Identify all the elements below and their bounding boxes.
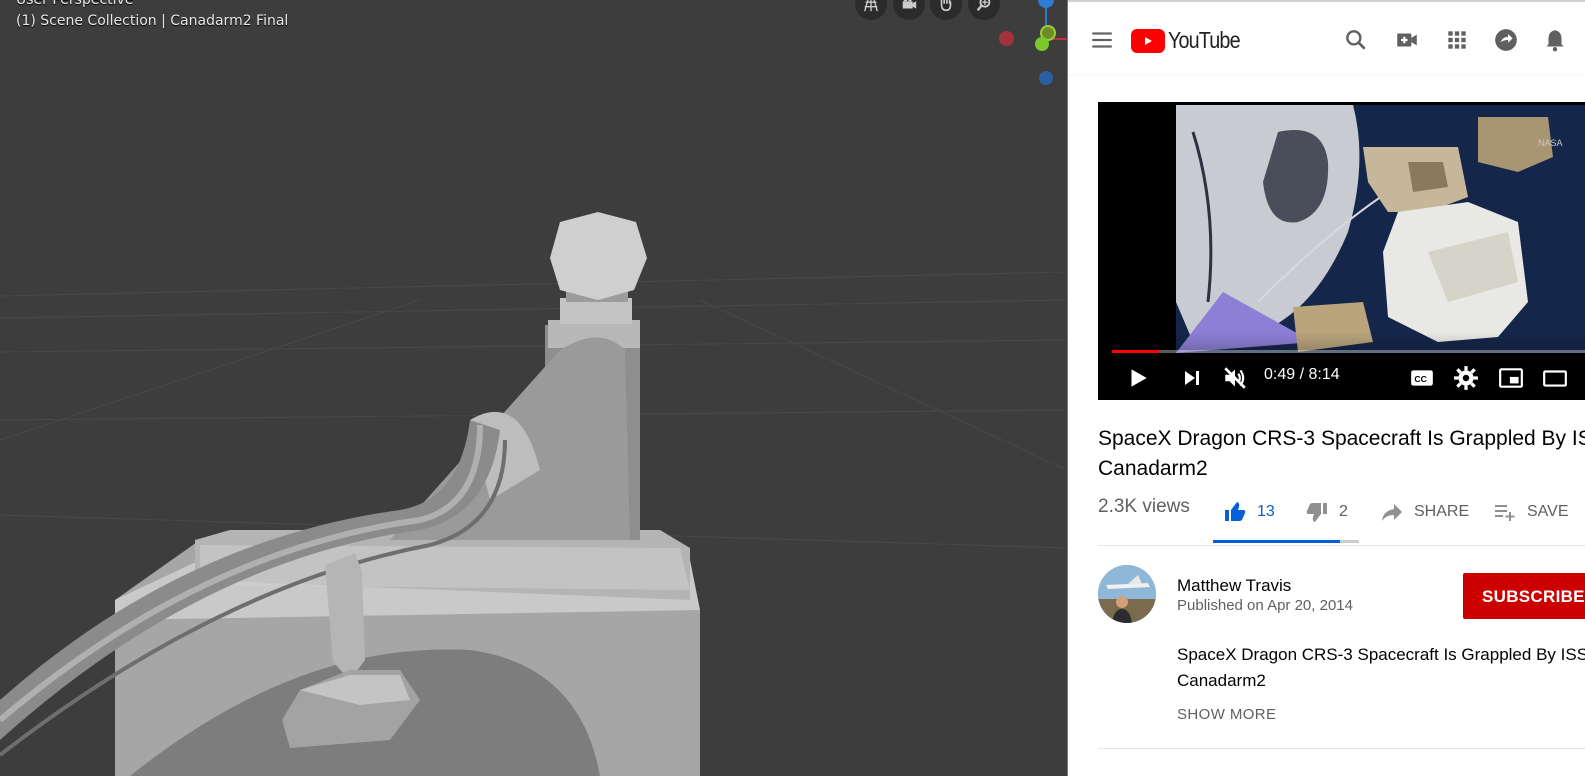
viewport-scene[interactable] [0, 0, 1067, 776]
notifications-icon[interactable] [1541, 26, 1569, 54]
play-icon[interactable] [1124, 364, 1152, 392]
dislike-count: 2 [1339, 503, 1348, 520]
view-count: 2.3K views [1098, 496, 1190, 517]
like-count: 13 [1257, 503, 1275, 520]
menu-icon[interactable] [1088, 26, 1116, 54]
muted-volume-icon[interactable] [1220, 364, 1250, 392]
video-progress-fill [1112, 350, 1160, 353]
video-progress-bar[interactable] [1112, 350, 1585, 353]
section-divider [1098, 748, 1585, 749]
youtube-logo[interactable]: YouTube [1131, 27, 1251, 54]
apps-icon[interactable] [1443, 26, 1471, 54]
youtube-wordmark: YouTube [1168, 27, 1241, 53]
dislike-button[interactable]: 2 [1305, 500, 1348, 524]
create-video-icon[interactable] [1393, 26, 1421, 54]
add-to-playlist-icon [1495, 505, 1515, 521]
video-title: SpaceX Dragon CRS-3 Spacecraft Is Grappl… [1098, 427, 1585, 480]
channel-avatar[interactable] [1098, 565, 1156, 623]
share-button[interactable]: SHARE [1380, 500, 1469, 524]
svg-text:CC: CC [1414, 374, 1427, 384]
youtube-play-logo-icon [1131, 28, 1165, 53]
like-sentiment-bar [1213, 540, 1359, 543]
viewport-perspective-label: User Perspective [16, 0, 134, 8]
subscribe-button[interactable]: SUBSCRIBE [1463, 573, 1585, 619]
like-button[interactable]: 13 [1223, 500, 1275, 524]
save-label: SAVE [1527, 503, 1569, 520]
share-icon [1382, 504, 1402, 521]
svg-text:NASA: NASA [1538, 138, 1563, 148]
blender-viewport[interactable]: User Perspective (1) Scene Collection | … [0, 0, 1067, 776]
messages-icon[interactable] [1492, 26, 1520, 54]
save-button[interactable]: SAVE [1493, 500, 1569, 524]
video-time-display: 0:49 / 8:14 [1264, 366, 1340, 383]
video-description: SpaceX Dragon CRS-3 Spacecraft Is Grappl… [1177, 645, 1585, 690]
published-date: Published on Apr 20, 2014 [1177, 597, 1353, 614]
youtube-panel: YouTube NASA 0:49 / 8:14 CC SpaceX Drago… [1067, 0, 1585, 776]
thumbs-down-icon [1306, 503, 1327, 522]
thumbs-up-icon [1225, 502, 1246, 521]
video-frame[interactable]: NASA [1098, 102, 1585, 400]
channel-name[interactable]: Matthew Travis [1177, 576, 1291, 596]
settings-icon[interactable] [1452, 364, 1480, 392]
gizmo-negative-z-axis[interactable] [1039, 71, 1053, 85]
like-sentiment-fill [1213, 540, 1341, 543]
next-icon[interactable] [1178, 364, 1206, 392]
captions-icon[interactable]: CC [1408, 364, 1436, 392]
share-label: SHARE [1414, 503, 1470, 520]
youtube-topbar: YouTube [1068, 0, 1585, 74]
section-divider [1098, 545, 1585, 546]
show-more-button[interactable]: SHOW MORE [1177, 706, 1276, 723]
miniplayer-icon[interactable] [1496, 364, 1526, 392]
viewport-collection-label: (1) Scene Collection | Canadarm2 Final [16, 13, 289, 29]
video-player[interactable]: NASA [1098, 102, 1585, 400]
gizmo-negative-x-axis[interactable] [999, 31, 1014, 46]
theater-icon[interactable] [1540, 364, 1570, 392]
gizmo-y-dot[interactable] [1035, 37, 1049, 51]
search-icon[interactable] [1342, 26, 1370, 54]
